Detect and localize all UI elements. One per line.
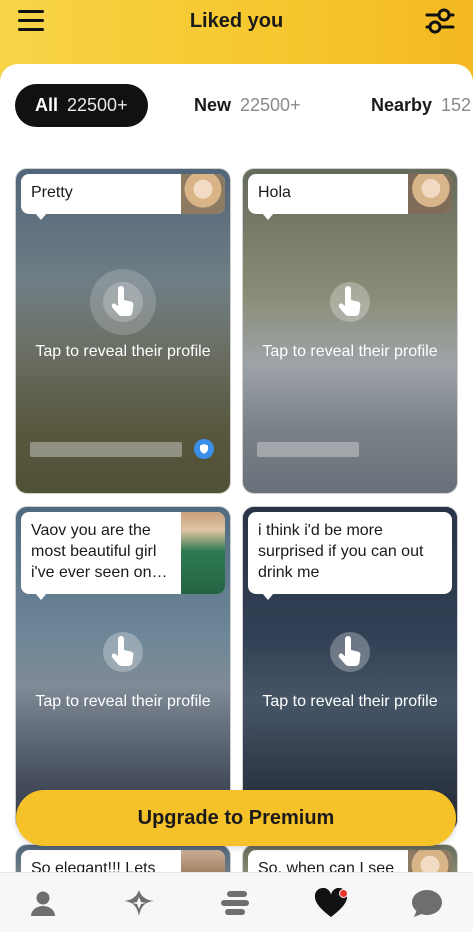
hidden-name-bar	[30, 442, 182, 457]
page-title: Liked you	[189, 10, 284, 32]
profile-icon[interactable]	[23, 883, 63, 923]
message-text: Pretty	[31, 184, 73, 201]
filter-label: New	[194, 95, 232, 115]
hidden-name-bar	[257, 442, 359, 457]
tap-reveal-text: Tap to reveal their profile	[35, 343, 211, 360]
liked-you-heart-icon[interactable]	[311, 883, 351, 923]
tap-to-reveal[interactable]: Tap to reveal their profile	[16, 269, 230, 362]
filter-label: Nearby	[371, 95, 433, 115]
message-bubble: Vaov you are the most beautiful girl i'v…	[21, 512, 225, 600]
filter-new-pill[interactable]: New 22500+	[194, 84, 301, 127]
tap-hand-icon	[317, 619, 383, 685]
message-bubble: Hola	[248, 174, 452, 220]
verified-badge-icon	[194, 439, 214, 459]
filter-count: 152	[441, 95, 472, 115]
filter-nearby-pill[interactable]: Nearby 152	[371, 84, 471, 127]
tap-reveal-text: Tap to reveal their profile	[262, 693, 438, 710]
filter-label: All	[35, 95, 59, 115]
liked-card[interactable]: Vaov you are the most beautiful girl i'v…	[15, 506, 231, 832]
notification-dot	[339, 889, 348, 898]
tap-reveal-text: Tap to reveal their profile	[35, 693, 211, 710]
liked-card[interactable]: Pretty Tap to reveal their profile	[15, 168, 231, 494]
tap-hand-icon	[90, 619, 156, 685]
message-text: i think i'd be more surprised if you can…	[258, 522, 424, 581]
tap-hand-icon	[317, 269, 383, 335]
upgrade-premium-button[interactable]: Upgrade to Premium	[16, 790, 456, 846]
filter-all-pill[interactable]: All 22500+	[15, 84, 148, 127]
tap-hand-icon	[90, 269, 156, 335]
tap-to-reveal[interactable]: Tap to reveal their profile	[243, 269, 457, 362]
liked-card[interactable]: Hola Tap to reveal their profile	[242, 168, 458, 494]
sender-photo-thumbnail	[181, 512, 225, 594]
tap-to-reveal[interactable]: Tap to reveal their profile	[16, 619, 230, 712]
chat-bubble-icon[interactable]	[407, 883, 447, 923]
filter-count: 22500+	[240, 95, 301, 115]
discover-stack-icon[interactable]	[215, 883, 255, 923]
sender-photo-thumbnail	[181, 174, 225, 214]
premium-diamond-icon[interactable]	[119, 883, 159, 923]
message-text: Vaov you are the most beautiful girl i'v…	[31, 522, 168, 581]
tap-to-reveal[interactable]: Tap to reveal their profile	[243, 619, 457, 712]
filter-count: 22500+	[67, 95, 128, 115]
message-bubble: Pretty	[21, 174, 225, 220]
message-text: Hola	[258, 184, 291, 201]
message-bubble: i think i'd be more surprised if you can…	[248, 512, 452, 600]
tap-reveal-text: Tap to reveal their profile	[262, 343, 438, 360]
sender-photo-thumbnail	[408, 174, 452, 214]
liked-card[interactable]: i think i'd be more surprised if you can…	[242, 506, 458, 832]
sliders-filter-icon[interactable]	[425, 7, 455, 35]
bottom-nav	[0, 872, 473, 932]
